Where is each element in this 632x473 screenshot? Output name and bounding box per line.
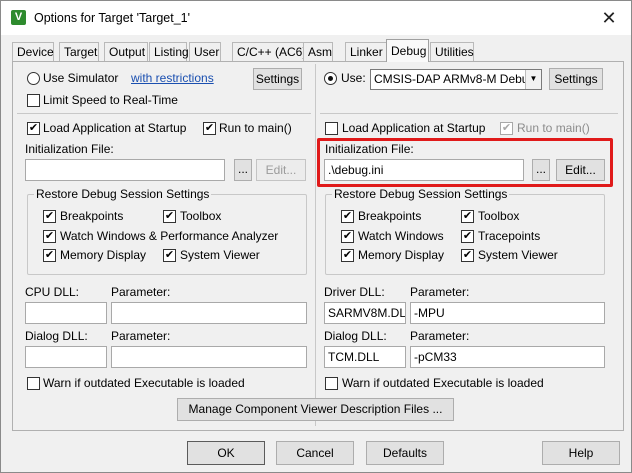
right-run-to-main-checkbox[interactable]: ✔ bbox=[500, 122, 513, 135]
ok-button[interactable]: OK bbox=[187, 441, 265, 465]
title-bar: V Options for Target 'Target_1' ✕ bbox=[1, 1, 631, 35]
run-to-main-label: Run to main() bbox=[219, 121, 292, 135]
dialog-parameter-input[interactable] bbox=[111, 346, 307, 368]
warn-outdated-label: Warn if outdated Executable is loaded bbox=[43, 376, 245, 390]
right-load-app-checkbox[interactable] bbox=[325, 122, 338, 135]
chevron-down-icon: ▼ bbox=[525, 70, 541, 89]
tab-linker[interactable]: Linker bbox=[345, 42, 387, 62]
init-file-label: Initialization File: bbox=[25, 142, 114, 156]
help-button[interactable]: Help bbox=[542, 441, 620, 465]
right-warn-outdated-checkbox[interactable] bbox=[325, 377, 338, 390]
toolbox-checkbox[interactable]: ✔ bbox=[163, 210, 176, 223]
tab-device[interactable]: Device bbox=[12, 42, 54, 62]
options-dialog: V Options for Target 'Target_1' ✕ Device… bbox=[0, 0, 632, 473]
tab-listing[interactable]: Listing bbox=[149, 42, 189, 62]
use-debugger-radio[interactable] bbox=[324, 72, 337, 85]
window-title: Options for Target 'Target_1' bbox=[34, 11, 191, 25]
init-file-browse-button[interactable]: ... bbox=[234, 159, 252, 181]
memory-display-label: Memory Display bbox=[60, 248, 147, 262]
right-restore-settings-title: Restore Debug Session Settings bbox=[332, 187, 510, 201]
system-viewer-checkbox[interactable]: ✔ bbox=[163, 249, 176, 262]
watch-windows-checkbox[interactable]: ✔ bbox=[43, 230, 56, 243]
column-divider bbox=[315, 64, 316, 426]
use-label: Use: bbox=[341, 71, 366, 85]
right-run-to-main-label: Run to main() bbox=[517, 121, 590, 135]
driver-dll-label: Driver DLL: bbox=[324, 285, 385, 299]
tab-user[interactable]: User bbox=[189, 42, 221, 62]
manage-component-viewer-button[interactable]: Manage Component Viewer Description File… bbox=[177, 398, 454, 421]
divider bbox=[17, 113, 311, 114]
divider bbox=[320, 113, 618, 114]
debugger-select[interactable]: CMSIS-DAP ARMv8-M Debugg ▼ bbox=[370, 69, 542, 90]
load-app-label: Load Application at Startup bbox=[43, 121, 187, 135]
debugger-select-value: CMSIS-DAP ARMv8-M Debugg bbox=[374, 72, 542, 86]
simulator-settings-button[interactable]: Settings bbox=[253, 68, 302, 90]
dialog-parameter-label: Parameter: bbox=[111, 329, 171, 343]
right-system-viewer-label: System Viewer bbox=[478, 248, 558, 262]
keil-uvision-icon: V bbox=[11, 10, 26, 25]
load-app-checkbox[interactable]: ✔ bbox=[27, 122, 40, 135]
highlight-box bbox=[317, 138, 613, 187]
cpu-dll-label: CPU DLL: bbox=[25, 285, 80, 299]
cpu-dll-input[interactable] bbox=[25, 302, 107, 324]
right-breakpoints-label: Breakpoints bbox=[358, 209, 422, 223]
use-simulator-radio[interactable] bbox=[27, 72, 40, 85]
tab-target[interactable]: Target bbox=[59, 42, 99, 62]
tab-debug[interactable]: Debug bbox=[386, 39, 429, 62]
right-load-app-label: Load Application at Startup bbox=[342, 121, 486, 135]
restore-settings-title: Restore Debug Session Settings bbox=[34, 187, 212, 201]
right-toolbox-label: Toolbox bbox=[478, 209, 520, 223]
right-memory-display-checkbox[interactable]: ✔ bbox=[341, 249, 354, 262]
tab-output[interactable]: Output bbox=[104, 42, 148, 62]
tracepoints-checkbox[interactable]: ✔ bbox=[461, 230, 474, 243]
driver-parameter-label: Parameter: bbox=[410, 285, 470, 299]
dialog-dll-label: Dialog DLL: bbox=[25, 329, 88, 343]
breakpoints-label: Breakpoints bbox=[60, 209, 124, 223]
warn-outdated-checkbox[interactable] bbox=[27, 377, 40, 390]
right-warn-outdated-label: Warn if outdated Executable is loaded bbox=[342, 376, 544, 390]
right-dialog-parameter-label: Parameter: bbox=[410, 329, 470, 343]
right-watch-windows-checkbox[interactable]: ✔ bbox=[341, 230, 354, 243]
cpu-parameter-label: Parameter: bbox=[111, 285, 171, 299]
right-watch-windows-label: Watch Windows bbox=[358, 229, 444, 243]
dialog-dll-input[interactable] bbox=[25, 346, 107, 368]
watch-windows-label: Watch Windows & Performance Analyzer bbox=[60, 229, 279, 243]
right-breakpoints-checkbox[interactable]: ✔ bbox=[341, 210, 354, 223]
use-simulator-label: Use Simulator bbox=[43, 71, 119, 85]
init-file-input[interactable] bbox=[25, 159, 225, 181]
right-dialog-parameter-input[interactable]: -pCM33 bbox=[410, 346, 605, 368]
tab-cc-ac6[interactable]: C/C++ (AC6) bbox=[232, 42, 310, 62]
limit-speed-checkbox[interactable] bbox=[27, 94, 40, 107]
right-toolbox-checkbox[interactable]: ✔ bbox=[461, 210, 474, 223]
driver-dll-input[interactable]: SARMV8M.DLL bbox=[324, 302, 406, 324]
right-dialog-dll-label: Dialog DLL: bbox=[324, 329, 387, 343]
init-file-edit-button[interactable]: Edit... bbox=[256, 159, 306, 181]
right-memory-display-label: Memory Display bbox=[358, 248, 445, 262]
system-viewer-label: System Viewer bbox=[180, 248, 260, 262]
right-system-viewer-checkbox[interactable]: ✔ bbox=[461, 249, 474, 262]
toolbox-label: Toolbox bbox=[180, 209, 222, 223]
cpu-parameter-input[interactable] bbox=[111, 302, 307, 324]
close-icon[interactable]: ✕ bbox=[597, 6, 621, 30]
tracepoints-label: Tracepoints bbox=[478, 229, 541, 243]
breakpoints-checkbox[interactable]: ✔ bbox=[43, 210, 56, 223]
limit-speed-label: Limit Speed to Real-Time bbox=[43, 93, 178, 107]
with-restrictions-link[interactable]: with restrictions bbox=[131, 71, 214, 85]
cancel-button[interactable]: Cancel bbox=[276, 441, 354, 465]
tab-asm[interactable]: Asm bbox=[303, 42, 333, 62]
driver-parameter-input[interactable]: -MPU bbox=[410, 302, 605, 324]
debugger-settings-button[interactable]: Settings bbox=[549, 68, 603, 90]
defaults-button[interactable]: Defaults bbox=[366, 441, 444, 465]
memory-display-checkbox[interactable]: ✔ bbox=[43, 249, 56, 262]
run-to-main-checkbox[interactable]: ✔ bbox=[203, 122, 216, 135]
right-dialog-dll-input[interactable]: TCM.DLL bbox=[324, 346, 406, 368]
tab-utilities[interactable]: Utilities bbox=[430, 42, 474, 62]
